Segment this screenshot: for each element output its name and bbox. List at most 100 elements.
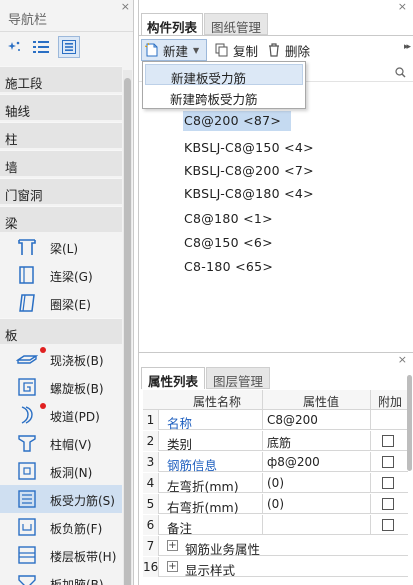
- category-column[interactable]: 柱: [0, 122, 122, 148]
- table-row[interactable]: 6 备注: [143, 515, 408, 536]
- copy-button[interactable]: 复制: [215, 39, 258, 61]
- scrollbar-thumb[interactable]: [124, 78, 131, 585]
- nav-item-negative-rebar[interactable]: 板负筋(F): [0, 513, 122, 541]
- property-name: 名称: [167, 416, 193, 431]
- link-beam-icon: [19, 266, 34, 284]
- list-item[interactable]: KBSLJ-C8@200 <7>: [183, 161, 318, 181]
- property-name: 左弯折(mm): [167, 479, 239, 494]
- list-item[interactable]: C8@180 <1>: [183, 209, 277, 229]
- property-name: 右弯折(mm): [167, 500, 239, 515]
- list-view-icon[interactable]: [30, 36, 52, 58]
- nav-item-spiral-slab[interactable]: 螺旋板(B): [0, 373, 122, 401]
- expand-icon[interactable]: +: [167, 561, 178, 572]
- property-value[interactable]: 底筋: [267, 434, 291, 451]
- nav-item-ring-beam[interactable]: 圈梁(E): [0, 289, 122, 317]
- new-dropdown-menu: 新建板受力筋 新建跨板受力筋: [142, 61, 306, 109]
- list-item[interactable]: C8@200 <87>: [183, 111, 292, 131]
- table-row[interactable]: 1 名称 C8@200: [143, 410, 408, 431]
- tab-property-list[interactable]: 属性列表: [141, 367, 205, 389]
- list-item[interactable]: KBSLJ-C8@180 <4>: [183, 184, 318, 204]
- detail-view-icon[interactable]: [58, 36, 80, 58]
- menu-item-new-cross-slab-rebar[interactable]: 新建跨板受力筋: [145, 86, 303, 107]
- category-construction-section[interactable]: 施工段: [0, 66, 122, 92]
- column-cap-icon: [18, 435, 36, 452]
- ramp-icon: [21, 406, 33, 424]
- list-item[interactable]: C8@150 <6>: [183, 233, 277, 253]
- property-name: 类别: [167, 437, 193, 452]
- checkbox[interactable]: [382, 477, 394, 489]
- chevron-down-icon: ▼: [193, 45, 200, 55]
- table-row[interactable]: 4 左弯折(mm) (0): [143, 473, 408, 494]
- category-slab[interactable]: 板: [0, 318, 122, 344]
- tab-layer-management[interactable]: 图层管理: [206, 367, 270, 389]
- table-row[interactable]: 2 类别 底筋: [143, 431, 408, 452]
- trash-icon: [269, 43, 279, 57]
- nav-item-slab-hole[interactable]: 板洞(N): [0, 457, 122, 485]
- nav-title-bar: 导航栏 ×: [0, 0, 133, 32]
- checkbox[interactable]: [382, 435, 394, 447]
- new-button[interactable]: 新建 ▼: [141, 39, 207, 61]
- checkbox[interactable]: [382, 519, 394, 531]
- nav-toolbar: [0, 32, 133, 62]
- table-row[interactable]: 5 右弯折(mm) (0): [143, 494, 408, 515]
- close-icon[interactable]: ×: [398, 353, 407, 366]
- nav-item-slab-haunch[interactable]: 板加腋(B): [0, 569, 122, 585]
- slab-strip-icon: [18, 546, 36, 564]
- header-name: 属性名称: [193, 395, 242, 409]
- property-group-name: 钢筋业务属性: [185, 542, 261, 557]
- checkbox[interactable]: [382, 456, 394, 468]
- navigation-panel: 导航栏 × 施工段 轴线 柱 墙 门窗洞 梁 梁(L) 连梁(G) 圈梁(E) …: [0, 0, 134, 585]
- nav-scrollbar[interactable]: [123, 70, 132, 585]
- overflow-icon[interactable]: ▸▸: [404, 42, 411, 52]
- close-icon[interactable]: ×: [121, 0, 130, 13]
- copy-icon: [215, 43, 228, 57]
- category-door-window[interactable]: 门窗洞: [0, 178, 122, 204]
- property-value[interactable]: (0): [267, 476, 284, 490]
- nav-item-beam[interactable]: 梁(L): [0, 233, 122, 261]
- tab-component-list[interactable]: 构件列表: [141, 13, 203, 35]
- expand-icon[interactable]: +: [167, 540, 178, 551]
- property-name: 钢筋信息: [167, 458, 218, 473]
- checkbox[interactable]: [382, 498, 394, 510]
- category-axis[interactable]: 轴线: [0, 94, 122, 120]
- new-file-icon: [145, 43, 158, 57]
- marker-dot: [40, 347, 46, 353]
- marker-dot: [40, 403, 46, 409]
- nav-item-link-beam[interactable]: 连梁(G): [0, 261, 122, 289]
- property-panel: × 属性列表 图层管理 属性名称 属性值 附加 1 名称 C8@200 2 类别…: [138, 352, 413, 585]
- beam-icon: [18, 239, 36, 255]
- property-group-name: 显示样式: [185, 563, 236, 578]
- menu-item-new-slab-rebar[interactable]: 新建板受力筋: [145, 64, 303, 86]
- nav-item-ramp[interactable]: 坡道(PD): [0, 401, 122, 429]
- property-scrollbar[interactable]: [407, 375, 412, 471]
- nav-item-cast-slab[interactable]: 现浇板(B): [0, 345, 122, 373]
- category-beam[interactable]: 梁: [0, 206, 122, 232]
- table-row[interactable]: 3 钢筋信息 ф8@200: [143, 452, 408, 473]
- component-list-panel: × 构件列表 图纸管理 新建 ▼ 复制 删除 ▸▸ C8@200 <87> KB…: [138, 0, 413, 352]
- negative-rebar-icon: [18, 518, 36, 536]
- header-value: 属性值: [303, 395, 340, 409]
- table-row[interactable]: 16 + 显示样式: [143, 557, 408, 578]
- header-extra: 附加: [378, 395, 403, 409]
- list-item[interactable]: KBSLJ-C8@150 <4>: [183, 138, 318, 158]
- list-item[interactable]: C8-180 <65>: [183, 257, 277, 277]
- nav-item-column-cap[interactable]: 柱帽(V): [0, 429, 122, 457]
- nav-item-slab-strip[interactable]: 楼层板带(H): [0, 541, 122, 569]
- property-value[interactable]: ф8@200: [267, 455, 320, 469]
- close-icon[interactable]: ×: [398, 0, 407, 13]
- property-value[interactable]: (0): [267, 497, 284, 511]
- tab-drawing-management[interactable]: 图纸管理: [204, 13, 268, 35]
- property-value[interactable]: C8@200: [267, 413, 318, 427]
- slab-rebar-icon: [18, 490, 36, 508]
- slab-hole-icon: [18, 462, 36, 480]
- property-name: 备注: [167, 521, 193, 536]
- category-wall[interactable]: 墙: [0, 150, 122, 176]
- cast-slab-icon: [16, 355, 38, 364]
- search-icon: [395, 67, 406, 78]
- delete-button[interactable]: 删除: [267, 39, 310, 61]
- slab-haunch-icon: [18, 575, 36, 585]
- nav-title: 导航栏: [8, 13, 48, 28]
- nav-item-slab-rebar[interactable]: 板受力筋(S): [0, 485, 122, 513]
- sparkle-icon[interactable]: [4, 36, 26, 58]
- table-row[interactable]: 7 + 钢筋业务属性: [143, 536, 408, 557]
